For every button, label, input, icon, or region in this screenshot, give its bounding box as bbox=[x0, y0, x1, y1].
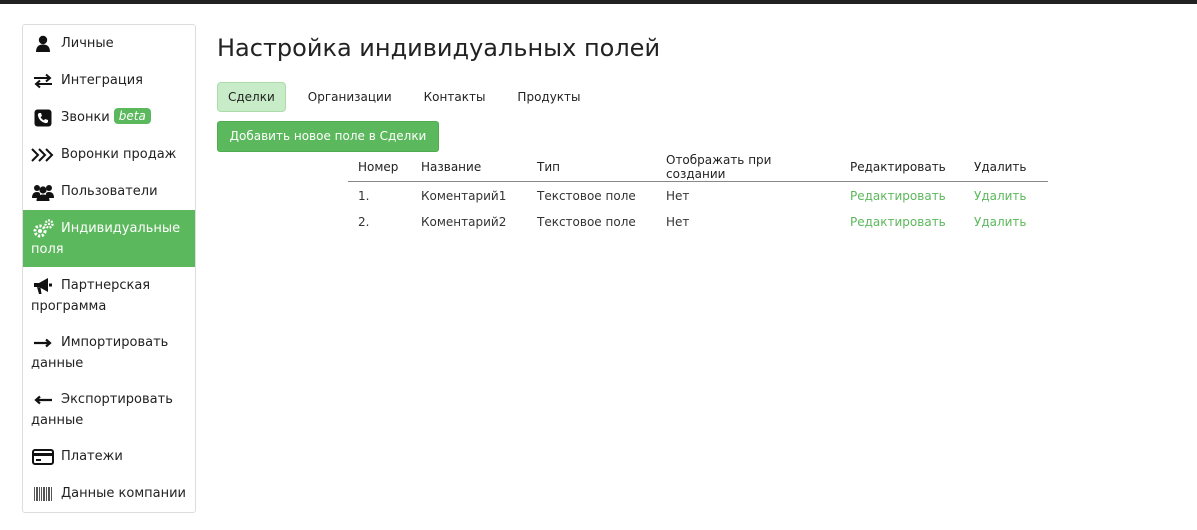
beta-badge: beta bbox=[113, 108, 151, 124]
sidebar-item-label: Данные компании bbox=[61, 486, 186, 501]
sidebar-item-custom-fields[interactable]: Индивидуальные поля bbox=[23, 210, 195, 267]
cell-type: Текстовое поле bbox=[537, 215, 636, 229]
tab-contacts[interactable]: Контакты bbox=[414, 82, 496, 112]
sidebar-item-label: Индивидуальные поля bbox=[31, 221, 181, 257]
sidebar-item-label: Звонки beta bbox=[61, 107, 189, 128]
column-header-delete: Удалить bbox=[964, 153, 1048, 182]
credit-card-icon bbox=[31, 446, 55, 467]
arrow-right-icon bbox=[31, 332, 55, 353]
edit-link[interactable]: Редактировать bbox=[850, 215, 946, 229]
column-header-name: Название bbox=[411, 153, 527, 182]
sidebar-item-label: Интеграция bbox=[61, 73, 143, 88]
cell-number: 1. bbox=[358, 188, 370, 203]
cell-type: Текстовое поле bbox=[537, 188, 636, 203]
column-header-number: Номер bbox=[348, 153, 411, 182]
sidebar-item-personal[interactable]: Личные bbox=[23, 25, 195, 62]
sidebar-item-company-data[interactable]: Данные компании bbox=[23, 475, 195, 512]
sidebar-item-calls[interactable]: Звонки beta bbox=[23, 99, 195, 136]
phone-icon bbox=[31, 107, 55, 128]
entity-tabs: Сделки Организации Контакты Продукты bbox=[217, 82, 603, 112]
custom-fields-table: Номер Название Тип Отображать при создан… bbox=[348, 153, 1048, 236]
sidebar-item-label: Воронки продаж bbox=[61, 147, 177, 162]
cell-number: 2. bbox=[358, 215, 370, 229]
barcode-icon bbox=[31, 483, 55, 504]
megaphone-icon bbox=[31, 275, 55, 296]
delete-link[interactable]: Удалить bbox=[974, 215, 1027, 229]
chevrons-icon bbox=[31, 144, 55, 165]
sidebar-item-export-data[interactable]: Экспортировать данные bbox=[23, 381, 195, 438]
add-field-button[interactable]: Добавить новое поле в Сделки bbox=[217, 121, 439, 152]
column-header-type: Тип bbox=[527, 153, 656, 182]
sidebar-item-label: Экспортировать данные bbox=[31, 392, 173, 428]
cell-show-on-create: Нет bbox=[666, 188, 690, 203]
sidebar-item-label: Пользователи bbox=[61, 184, 158, 199]
main-content: Настройка индивидуальных полей Сделки Ор… bbox=[217, 30, 1177, 229]
tab-organizations[interactable]: Организации bbox=[298, 82, 402, 112]
arrow-left-icon bbox=[31, 389, 55, 410]
table-header-row: Номер Название Тип Отображать при создан… bbox=[348, 153, 1048, 182]
sidebar-item-users[interactable]: Пользователи bbox=[23, 173, 195, 210]
column-header-edit: Редактировать bbox=[840, 153, 964, 182]
sidebar-item-label: Личные bbox=[61, 36, 114, 51]
top-bar bbox=[0, 0, 1197, 4]
sidebar-item-label: Импортировать данные bbox=[31, 335, 169, 371]
users-icon bbox=[31, 181, 55, 202]
settings-sidebar: Личные Интеграция Звонки beta Воронки про… bbox=[22, 24, 196, 513]
column-header-show-on-create: Отображать при создании bbox=[656, 153, 840, 182]
sidebar-item-funnels[interactable]: Воронки продаж bbox=[23, 136, 195, 173]
page-title: Настройка индивидуальных полей bbox=[217, 34, 661, 62]
sidebar-item-integration[interactable]: Интеграция bbox=[23, 62, 195, 99]
sidebar-item-label: Платежи bbox=[61, 449, 123, 464]
sidebar-item-payments[interactable]: Платежи bbox=[23, 438, 195, 475]
sidebar-item-label: Партнерская программа bbox=[31, 278, 151, 314]
table-row: 2. Коментарий2 Текстовое поле Нет Редакт… bbox=[348, 209, 1048, 236]
tab-deals[interactable]: Сделки bbox=[217, 82, 286, 112]
cell-name: Коментарий2 bbox=[421, 215, 507, 229]
tab-products[interactable]: Продукты bbox=[507, 82, 590, 112]
cell-show-on-create: Нет bbox=[666, 215, 690, 229]
sidebar-item-import-data[interactable]: Импортировать данные bbox=[23, 324, 195, 381]
sidebar-item-partner-program[interactable]: Партнерская программа bbox=[23, 267, 195, 324]
table-row: 1. Коментарий1 Текстовое поле Нет Редакт… bbox=[348, 182, 1048, 209]
exchange-icon bbox=[31, 70, 55, 91]
edit-link[interactable]: Редактировать bbox=[850, 189, 946, 203]
delete-link[interactable]: Удалить bbox=[974, 189, 1027, 203]
user-icon bbox=[31, 33, 55, 54]
cell-name: Коментарий1 bbox=[421, 188, 507, 203]
gears-icon bbox=[31, 218, 55, 239]
